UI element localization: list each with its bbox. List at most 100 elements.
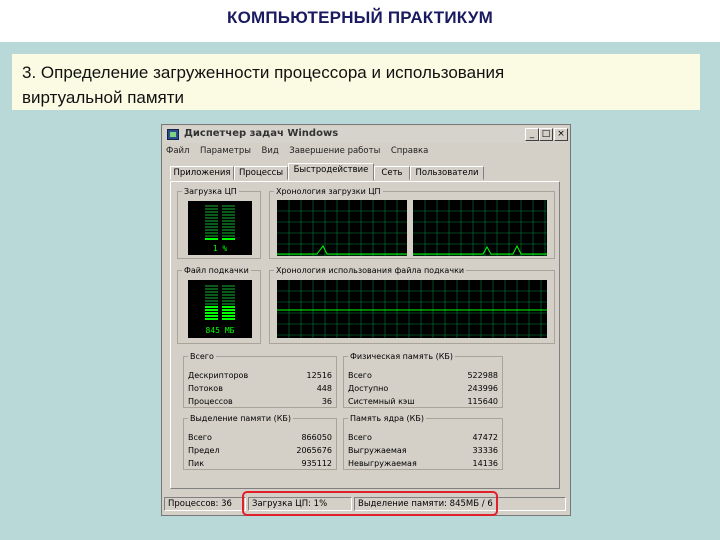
kernel-nonpaged-row: Невыгружаемая 14136 [348, 459, 498, 471]
pagefile-meter-segment [222, 303, 235, 305]
physical-memory-group: Физическая память (КБ) Всего 522988 Досту… [343, 352, 503, 408]
pagefile-usage-value: 845 МБ [206, 326, 235, 335]
menu-view[interactable]: Вид [261, 146, 278, 156]
kernel-paged-row: Выгружаемая 33336 [348, 446, 498, 458]
cpu-meter-segment [205, 217, 218, 219]
pagefile-meter-segment [222, 294, 235, 296]
pagefile-meter-segment [222, 291, 235, 293]
physical-total-value: 522988 [467, 371, 498, 380]
pagefile-meter-segment [205, 294, 218, 296]
menu-file[interactable]: Файл [166, 146, 189, 156]
cpu-meter-segment [222, 238, 235, 240]
window-title: Диспетчер задач Windows [184, 128, 339, 139]
pagefile-meter-segment [222, 306, 235, 308]
tab-performance[interactable]: Быстродействие [288, 163, 374, 181]
task-manager-window: Диспетчер задач Windows _ □ × Файл Парам… [161, 124, 571, 516]
totals-threads-value: 448 [316, 384, 332, 393]
maximize-button[interactable]: □ [539, 128, 553, 141]
pagefile-history-graph [277, 280, 547, 338]
slide-header: КОМПЬЮТЕРНЫЙ ПРАКТИКУМ [0, 0, 720, 42]
caption-line-2: виртуальной памяти [22, 88, 185, 107]
slide-caption: 3. Определение загруженности процессора … [12, 54, 700, 110]
tab-processes[interactable]: Процессы [234, 166, 288, 180]
task-manager-icon [167, 129, 179, 140]
cpu-meter-segment [205, 226, 218, 228]
minimize-button[interactable]: _ [525, 128, 539, 141]
pagefile-meter-segment [222, 318, 235, 320]
cpu-meter-segment [222, 208, 235, 210]
physical-total-label: Всего [348, 371, 372, 380]
kernel-paged-label: Выгружаемая [348, 446, 407, 455]
menu-options[interactable]: Параметры [200, 146, 251, 156]
pagefile-history-graph-plot [277, 280, 547, 338]
cpu-usage-value: 1 % [213, 244, 228, 253]
slide-title: КОМПЬЮТЕРНЫЙ ПРАКТИКУМ [227, 8, 493, 27]
kernel-nonpaged-value: 14136 [472, 459, 498, 468]
physical-available-label: Доступно [348, 384, 389, 393]
commit-charge-group: Выделение памяти (КБ) Всего 866050 Предел… [183, 414, 337, 470]
totals-processes-value: 36 [321, 397, 332, 406]
pagefile-meter-segment [205, 318, 218, 320]
cpu-meter-segment [205, 214, 218, 216]
physical-cache-label: Системный кэш [348, 397, 415, 406]
pagefile-meter-segment [205, 309, 218, 311]
pagefile-meter-segment [205, 285, 218, 287]
pagefile-meter-segment [222, 285, 235, 287]
cpu-meter-segment [222, 229, 235, 231]
menu-shutdown[interactable]: Завершение работы [289, 146, 380, 156]
kernel-total-label: Всего [348, 433, 372, 442]
tab-users[interactable]: Пользователи [410, 166, 484, 180]
totals-handles-value: 12516 [306, 371, 332, 380]
pagefile-meter-segment [205, 300, 218, 302]
cpu-meter-segment [222, 214, 235, 216]
close-button[interactable]: × [554, 128, 568, 141]
title-bar[interactable]: Диспетчер задач Windows _ □ × [164, 127, 568, 143]
cpu-meter-segment [222, 235, 235, 237]
cpu-meter-segment [222, 223, 235, 225]
cpu-history-graph-1-plot [277, 200, 407, 256]
pagefile-meter-segment [222, 312, 235, 314]
commit-limit-row: Предел 2065676 [188, 446, 332, 458]
totals-threads-label: Потоков [188, 384, 223, 393]
pagefile-meter-segment [222, 288, 235, 290]
cpu-usage-title: Загрузка ЦП [184, 187, 237, 196]
cpu-meter-segment [222, 211, 235, 213]
commit-total-row: Всего 866050 [188, 433, 332, 445]
commit-total-value: 866050 [301, 433, 332, 442]
pagefile-meter-segment [205, 312, 218, 314]
cpu-meter-segment [205, 220, 218, 222]
pagefile-meter-segment [222, 300, 235, 302]
cpu-meter-segment [205, 232, 218, 234]
pagefile-meter-segment [222, 297, 235, 299]
cpu-meter-segment [205, 235, 218, 237]
performance-panel: Загрузка ЦП 1 % Хронология загрузки ЦП Ф… [170, 181, 560, 489]
menu-help[interactable]: Справка [391, 146, 428, 156]
cpu-meter-segment [205, 223, 218, 225]
kernel-memory-title: Память ядра (КБ) [350, 414, 424, 423]
commit-total-label: Всего [188, 433, 212, 442]
commit-peak-value: 935112 [301, 459, 332, 468]
pagefile-meter-segment [222, 315, 235, 317]
pagefile-history-title: Хронология использования файла подкачки [276, 266, 465, 275]
cpu-meter-segment [205, 205, 218, 207]
pagefile-meter-segment [205, 306, 218, 308]
kernel-memory-group: Память ядра (КБ) Всего 47472 Выгружаемая 3… [343, 414, 503, 470]
totals-title: Всего [190, 352, 214, 361]
totals-group: Всего Дескрипторов 12516 Потоков 448 Проце… [183, 352, 337, 408]
cpu-history-graph-2 [413, 200, 547, 256]
cpu-meter-segment [205, 238, 218, 240]
commit-peak-label: Пик [188, 459, 205, 468]
cpu-history-graph-2-plot [413, 200, 547, 256]
cpu-meter-segment [205, 211, 218, 213]
pagefile-meter-segment [205, 297, 218, 299]
tab-applications[interactable]: Приложения [170, 166, 234, 180]
commit-charge-title: Выделение памяти (КБ) [190, 414, 291, 423]
pagefile-usage-meter: 845 МБ [188, 280, 252, 338]
cpu-usage-meter-graphic: 1 % [205, 205, 235, 253]
pagefile-meter-segment [205, 291, 218, 293]
tab-network[interactable]: Сеть [374, 166, 410, 180]
cpu-meter-segment [222, 205, 235, 207]
cpu-history-1-line [277, 245, 407, 255]
kernel-total-value: 47472 [472, 433, 498, 442]
totals-handles-label: Дескрипторов [188, 371, 249, 380]
